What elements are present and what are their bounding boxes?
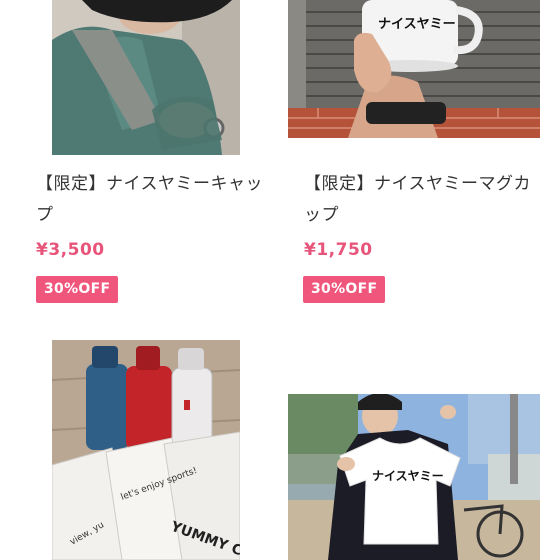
product-card-mug[interactable]: ナイスヤミー 【限定】ナイスヤミーマグカ ップ ¥1,750 30%OFF — [280, 0, 560, 320]
mug-print-text: ナイスヤミー — [378, 17, 456, 32]
product-title-line-1: 【限定】ナイスヤミーキャッ — [36, 174, 263, 194]
product-image-mug[interactable]: ナイスヤミー — [288, 0, 540, 138]
product-grid: 【限定】ナイスヤミーキャッ プ ¥3,500 30%OFF ナイスヤミー 【限定… — [0, 0, 560, 560]
discount-badge: 30%OFF — [303, 276, 386, 303]
tshirt-photo: ナイスヤミー — [288, 394, 540, 560]
product-title-line-2: ップ — [304, 205, 339, 225]
product-price: ¥1,750 — [304, 240, 373, 260]
product-price: ¥3,500 — [36, 240, 105, 260]
product-title-line-2: プ — [36, 205, 54, 225]
mug-photo: ナイスヤミー — [288, 0, 540, 138]
product-card-cap[interactable]: 【限定】ナイスヤミーキャッ プ ¥3,500 30%OFF — [0, 0, 280, 320]
cap-photo — [52, 0, 240, 155]
bottles-towels-photo: YUMMY C let's enjoy sports! view, yu — [52, 340, 240, 560]
discount-badge: 30%OFF — [36, 276, 119, 303]
product-card-bottles-towels[interactable]: YUMMY C let's enjoy sports! view, yu — [0, 320, 280, 560]
product-image-bottles-towels[interactable]: YUMMY C let's enjoy sports! view, yu — [52, 340, 240, 560]
product-image-tshirt[interactable]: ナイスヤミー — [288, 394, 540, 560]
product-title[interactable]: 【限定】ナイスヤミーキャッ プ — [36, 169, 266, 231]
product-title-line-1: 【限定】ナイスヤミーマグカ — [304, 174, 531, 194]
product-card-tshirt[interactable]: ナイスヤミー — [280, 320, 560, 560]
product-title[interactable]: 【限定】ナイスヤミーマグカ ップ — [304, 169, 544, 231]
product-image-cap[interactable] — [52, 0, 240, 155]
tshirt-print-text: ナイスヤミー — [372, 469, 444, 483]
